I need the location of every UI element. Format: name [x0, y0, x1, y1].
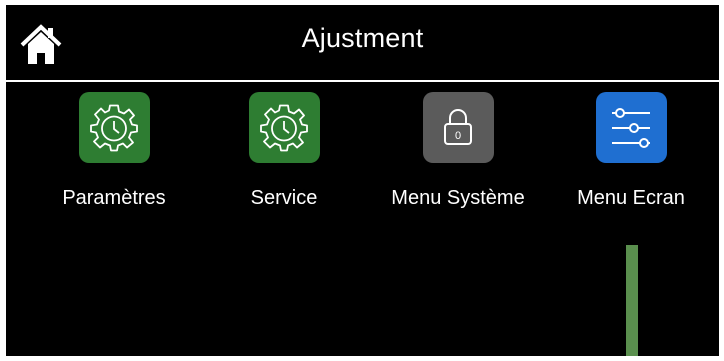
- tile-label: Menu Ecran: [577, 187, 685, 209]
- screen: Ajustment Paramètres Service 0 Menu Syst…: [6, 5, 719, 356]
- lock-code: 0: [455, 130, 461, 142]
- header-bar: Ajustment: [6, 5, 719, 82]
- tile-service[interactable]: Service: [204, 92, 364, 232]
- tile-icon-box: [595, 92, 667, 163]
- tile-icon-box: 0: [422, 92, 494, 163]
- tile-label: Service: [250, 187, 318, 209]
- gear-clock-icon: [260, 104, 308, 151]
- tile-parametres[interactable]: Paramètres: [34, 92, 194, 232]
- page-title: Ajustment: [301, 23, 424, 53]
- lock-icon: 0: [444, 108, 472, 145]
- tile-icon-box: [78, 92, 150, 163]
- scroll-indicator[interactable]: [626, 245, 638, 356]
- tile-label: Menu Système: [391, 187, 525, 209]
- tile-icon-box: [248, 92, 320, 163]
- tile-menu-ecran[interactable]: Menu Ecran: [551, 92, 711, 232]
- gear-clock-icon: [90, 104, 138, 151]
- tile-menu-systeme[interactable]: 0 Menu Système: [378, 92, 538, 232]
- tile-label: Paramètres: [62, 187, 166, 209]
- sliders-icon: [612, 107, 650, 148]
